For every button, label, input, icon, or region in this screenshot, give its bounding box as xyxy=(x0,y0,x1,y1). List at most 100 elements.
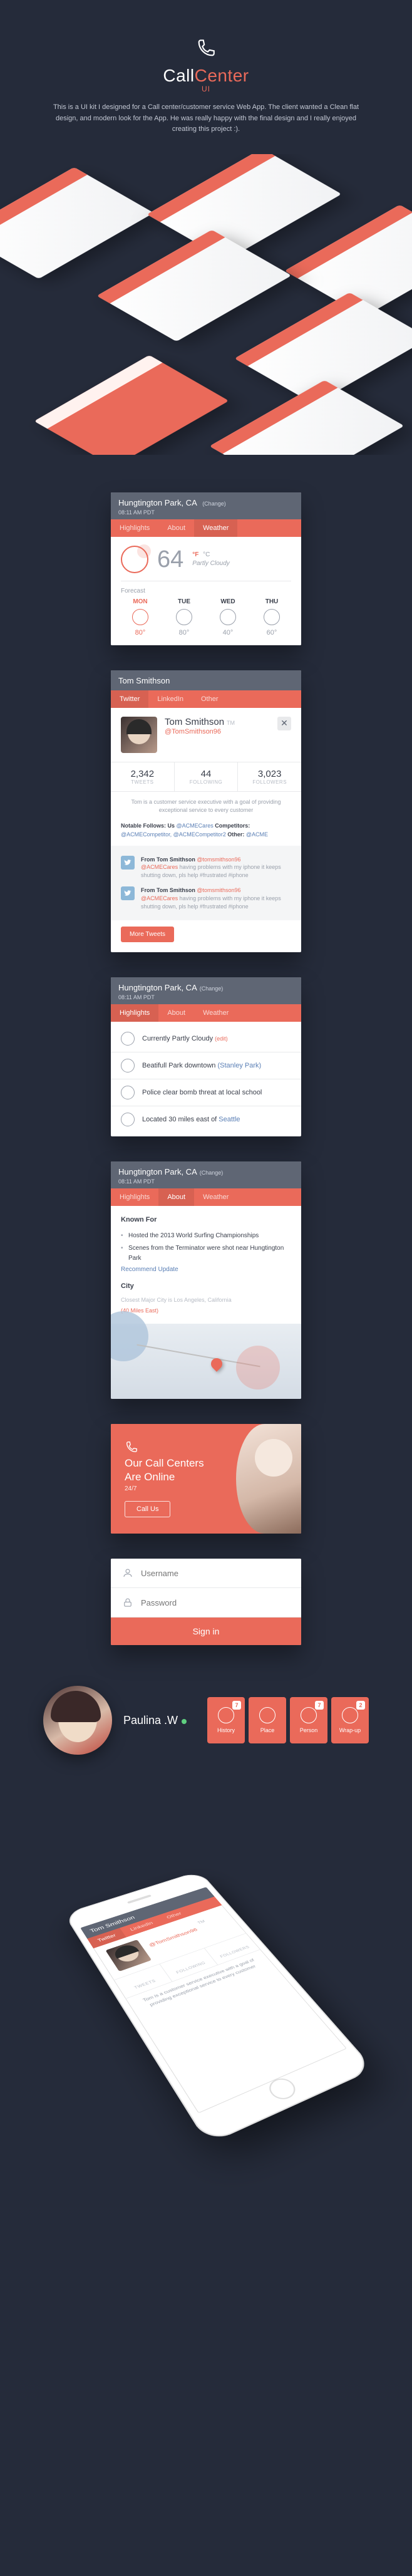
highlight-item: Beatifull Park downtown (Stanley Park) xyxy=(111,1052,301,1079)
forecast-day[interactable]: WED40° xyxy=(209,598,247,636)
weather-icon-partly-cloudy xyxy=(121,546,148,573)
isometric-showcase xyxy=(0,154,412,455)
forecast-day[interactable]: MON80° xyxy=(121,598,160,636)
profile-panel: Tom Smithson Twitter LinkedIn Other Tom … xyxy=(111,670,301,952)
tab-twitter[interactable]: Twitter xyxy=(111,690,148,708)
cloud-icon xyxy=(121,1032,135,1046)
forecast-day[interactable]: TUE80° xyxy=(165,598,203,636)
tool-history[interactable]: 7 History xyxy=(207,1697,245,1743)
location-city: Hungtington Park, CA xyxy=(118,498,197,507)
close-icon[interactable]: ✕ xyxy=(277,717,291,730)
map-view[interactable] xyxy=(111,1324,301,1399)
about-panel: Hungtington Park, CA(Change) 08:11 AM PD… xyxy=(111,1161,301,1399)
person-icon xyxy=(301,1707,317,1723)
password-field-row[interactable] xyxy=(111,1588,301,1618)
known-for-item: Hosted the 2013 World Surfing Championsh… xyxy=(121,1230,291,1242)
forecast-label: Forecast xyxy=(121,588,291,595)
weather-current: 64 °F °C Partly Cloudy xyxy=(121,546,291,581)
history-icon xyxy=(218,1707,234,1723)
username-input[interactable] xyxy=(141,1569,290,1578)
weather-tabs: Highlights About Weather xyxy=(111,519,301,537)
hero-subtitle: UI xyxy=(25,85,387,93)
call-us-button[interactable]: Call Us xyxy=(125,1501,170,1517)
tool-person[interactable]: 7 Person xyxy=(290,1697,327,1743)
forecast-icon xyxy=(220,609,236,625)
tab-weather[interactable]: Weather xyxy=(194,1004,237,1022)
forecast-icon xyxy=(264,609,280,625)
tweets-list: From Tom Smithson @tomsmithson96@ACMECar… xyxy=(111,846,301,921)
location-bar: Hungtington Park, CA (Change) 08:11 AM P… xyxy=(111,492,301,519)
profile-bio: Tom is a customer service executive with… xyxy=(111,792,301,821)
unit-celsius[interactable]: °C xyxy=(203,551,210,558)
hero-section: CallCenter UI This is a UI kit I designe… xyxy=(0,0,412,154)
unit-fahrenheit[interactable]: °F xyxy=(192,551,198,558)
tab-about[interactable]: About xyxy=(158,1188,194,1206)
known-for-title: Known For xyxy=(121,1215,291,1226)
tab-highlights[interactable]: Highlights xyxy=(111,519,158,537)
online-status-icon xyxy=(182,1719,187,1724)
promo-title: Our Call CentersAre Online xyxy=(125,1457,287,1484)
location-time: 08:11 AM PDT xyxy=(118,509,294,516)
highlight-item: Currently Partly Cloudy (edit) xyxy=(111,1026,301,1052)
forecast-icon xyxy=(176,609,192,625)
tab-highlights[interactable]: Highlights xyxy=(111,1004,158,1022)
tab-weather[interactable]: Weather xyxy=(194,519,237,537)
tool-badge: 7 xyxy=(232,1701,241,1710)
location-icon xyxy=(121,1113,135,1126)
recommend-update-link[interactable]: Recommend Update xyxy=(121,1266,178,1273)
forecast-icon xyxy=(132,609,148,625)
tweet-item: From Tom Smithson @tomsmithson96@ACMECar… xyxy=(121,883,291,914)
notable-follows: Notable Follows: Us @ACMECares Competito… xyxy=(111,821,301,846)
profile-stats: 2,342TWEETS 44FOLLOWING 3,023FOLLOWERS xyxy=(111,762,301,792)
signin-button[interactable]: Sign in xyxy=(111,1618,301,1645)
news-icon xyxy=(121,1086,135,1099)
location-bar: Hungtington Park, CA(Change) 08:11 AM PD… xyxy=(111,977,301,1004)
twitter-icon xyxy=(121,886,135,900)
profile-avatar xyxy=(121,717,157,753)
stat-following[interactable]: 44FOLLOWING xyxy=(175,762,239,791)
city-description: Closest Major City is Los Angeles, Calif… xyxy=(121,1296,291,1304)
weather-condition: Partly Cloudy xyxy=(192,560,229,567)
wrapup-icon xyxy=(342,1707,358,1723)
location-change-link[interactable]: (Change) xyxy=(202,501,226,507)
known-for-list: Hosted the 2013 World Surfing Championsh… xyxy=(121,1230,291,1265)
tab-about[interactable]: About xyxy=(158,519,194,537)
tab-highlights[interactable]: Highlights xyxy=(111,1188,158,1206)
place-icon xyxy=(259,1707,276,1723)
highlight-item: Located 30 miles east of Seattle xyxy=(111,1106,301,1133)
agent-name: Paulina .W xyxy=(123,1714,187,1727)
lock-icon xyxy=(122,1597,133,1608)
highlights-panel: Hungtington Park, CA(Change) 08:11 AM PD… xyxy=(111,977,301,1136)
park-icon xyxy=(121,1059,135,1072)
profile-tabs: Twitter LinkedIn Other xyxy=(111,690,301,708)
tab-about[interactable]: About xyxy=(158,1004,194,1022)
agent-toolbar: Paulina .W 7 History Place 7 Person 2 Wr… xyxy=(43,1683,369,1758)
tweet-item: From Tom Smithson @tomsmithson96@ACMECar… xyxy=(121,852,291,883)
more-tweets-button[interactable]: More Tweets xyxy=(121,927,174,942)
tab-weather[interactable]: Weather xyxy=(194,1188,237,1206)
forecast-row: MON80° TUE80° WED40° THU60° xyxy=(121,598,291,636)
login-panel: Sign in xyxy=(111,1559,301,1645)
agent-avatar xyxy=(43,1686,112,1755)
password-input[interactable] xyxy=(141,1598,290,1607)
profile-handle[interactable]: @TomSmithson96 xyxy=(165,728,270,735)
profile-header-name: Tom Smithson xyxy=(118,676,170,685)
promo-subtitle: 24/7 xyxy=(125,1485,287,1492)
tool-badge: 2 xyxy=(356,1701,365,1710)
promo-panel: Our Call CentersAre Online 24/7 Call Us xyxy=(111,1424,301,1534)
stat-tweets[interactable]: 2,342TWEETS xyxy=(111,762,175,791)
location-bar: Hungtington Park, CA(Change) 08:11 AM PD… xyxy=(111,1161,301,1188)
city-distance: (40 Miles East) xyxy=(121,1306,291,1315)
profile-name: Tom SmithsonTM xyxy=(165,717,270,727)
forecast-day[interactable]: THU60° xyxy=(252,598,291,636)
stat-followers[interactable]: 3,023FOLLOWERS xyxy=(238,762,301,791)
profile-header: Tom Smithson xyxy=(111,670,301,690)
tab-linkedin[interactable]: LinkedIn xyxy=(148,690,192,708)
tool-wrapup[interactable]: 2 Wrap-up xyxy=(331,1697,369,1743)
tool-place[interactable]: Place xyxy=(249,1697,286,1743)
weather-temp: 64 xyxy=(157,548,183,571)
weather-panel: Hungtington Park, CA (Change) 08:11 AM P… xyxy=(111,492,301,645)
city-section-title: City xyxy=(121,1281,291,1292)
username-field-row[interactable] xyxy=(111,1559,301,1588)
tab-other[interactable]: Other xyxy=(192,690,227,708)
